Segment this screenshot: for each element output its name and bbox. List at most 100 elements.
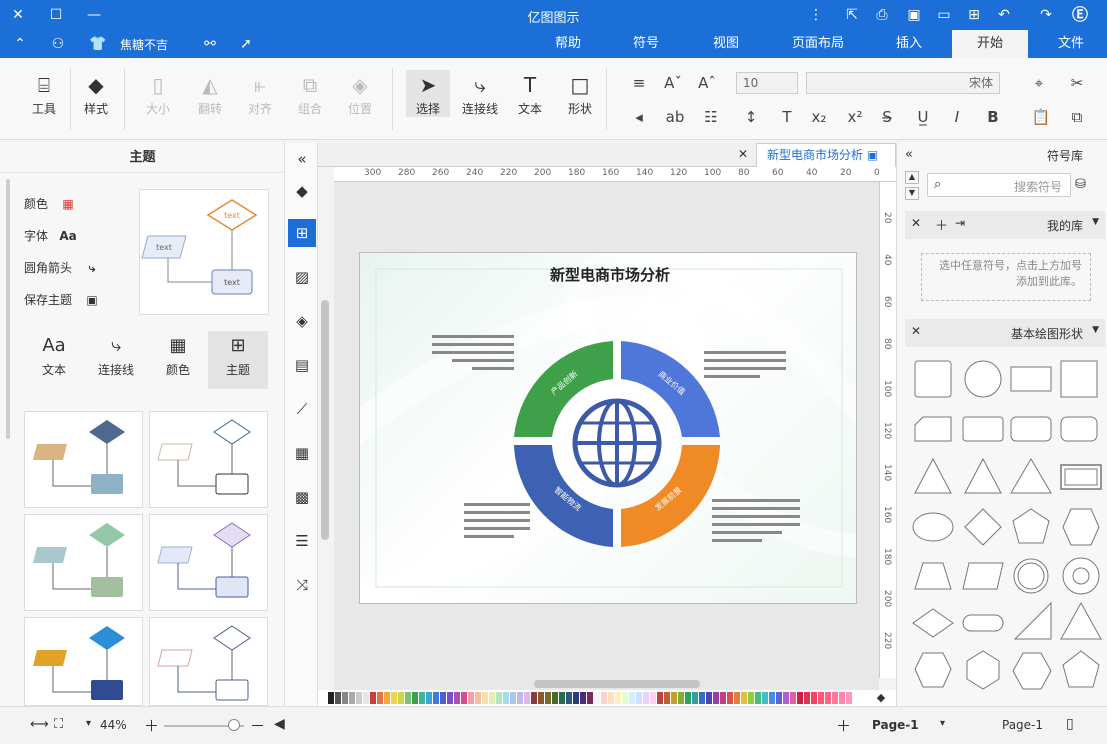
text-button[interactable]: T 文本 bbox=[508, 70, 552, 117]
collapse-ribbon-icon[interactable]: ⌃ bbox=[10, 34, 30, 54]
color-swatch[interactable] bbox=[657, 692, 663, 704]
underline-icon[interactable]: U̲ bbox=[912, 106, 934, 128]
color-swatch[interactable] bbox=[692, 692, 698, 704]
shape-button[interactable]: □ 形状 bbox=[558, 70, 602, 117]
font-size-select[interactable]: 10 bbox=[736, 72, 798, 94]
theme-thumbnail[interactable] bbox=[24, 617, 143, 706]
color-swatch[interactable] bbox=[846, 692, 852, 704]
collapse-left-icon[interactable]: « bbox=[288, 145, 316, 173]
color-swatch[interactable] bbox=[538, 692, 544, 704]
scroll-up-icon[interactable]: ▲ bbox=[905, 171, 919, 184]
color-swatch[interactable] bbox=[524, 692, 530, 704]
theme-link-arrows[interactable]: 圆角箭头 ⤷ bbox=[24, 257, 102, 279]
zoom-in-icon[interactable]: ＋ bbox=[144, 715, 159, 736]
chevron-down-icon[interactable]: ▼ bbox=[1092, 325, 1099, 335]
tab-help[interactable]: 帮助 bbox=[548, 30, 588, 58]
chevron-down-icon[interactable]: ▼ bbox=[1092, 217, 1099, 227]
subscript-icon[interactable]: x₂ bbox=[808, 106, 830, 128]
color-swatch[interactable] bbox=[349, 692, 355, 704]
color-swatch[interactable] bbox=[454, 692, 460, 704]
tab-home[interactable]: 开始 bbox=[952, 30, 1028, 58]
page-panel-icon[interactable]: ▯ bbox=[1066, 716, 1074, 732]
zoom-out-icon[interactable]: － bbox=[250, 715, 265, 736]
style-button[interactable]: ◆ 样式 bbox=[74, 70, 118, 117]
scroll-down-icon[interactable]: ▼ bbox=[905, 187, 919, 200]
color-swatch[interactable] bbox=[664, 692, 670, 704]
color-swatch[interactable] bbox=[335, 692, 341, 704]
color-swatch[interactable] bbox=[622, 692, 628, 704]
color-swatch[interactable] bbox=[440, 692, 446, 704]
table-icon[interactable]: ▦ bbox=[288, 439, 316, 467]
color-swatch[interactable] bbox=[748, 692, 754, 704]
color-swatch[interactable] bbox=[629, 692, 635, 704]
color-swatch[interactable] bbox=[461, 692, 467, 704]
theme-tool-connector[interactable]: ⤷ 连接线 bbox=[86, 331, 146, 389]
save-icon[interactable]: ▣ bbox=[904, 5, 924, 25]
color-swatch[interactable] bbox=[405, 692, 411, 704]
color-swatch[interactable] bbox=[727, 692, 733, 704]
vertical-scrollbar[interactable] bbox=[321, 300, 329, 540]
color-swatch[interactable] bbox=[531, 692, 537, 704]
theme-thumbnail[interactable] bbox=[24, 514, 143, 611]
color-swatch[interactable] bbox=[650, 692, 656, 704]
color-swatch[interactable] bbox=[587, 692, 593, 704]
theme-link-colors[interactable]: 颜色 ▦ bbox=[24, 193, 78, 215]
color-swatch[interactable] bbox=[643, 692, 649, 704]
color-swatch[interactable] bbox=[468, 692, 474, 704]
color-swatch[interactable] bbox=[363, 692, 369, 704]
theme-tool-color[interactable]: ▦ 颜色 bbox=[148, 331, 208, 389]
color-swatch[interactable] bbox=[776, 692, 782, 704]
color-swatch[interactable] bbox=[398, 692, 404, 704]
redo-icon[interactable]: ↷ bbox=[1036, 5, 1056, 25]
color-swatch[interactable] bbox=[699, 692, 705, 704]
user-name[interactable]: 焦糖不吉 bbox=[120, 36, 168, 53]
color-swatch[interactable] bbox=[377, 692, 383, 704]
group-button[interactable]: ⧉ 组合 bbox=[288, 70, 332, 117]
open-icon[interactable]: ▭ bbox=[934, 5, 954, 25]
new-icon[interactable]: ⊞ bbox=[964, 5, 984, 25]
color-swatch[interactable] bbox=[594, 692, 600, 704]
basic-shapes-header[interactable]: ✕ 基本绘图形状 ▼ bbox=[905, 319, 1105, 347]
align-button[interactable]: ⫦ 对齐 bbox=[238, 70, 282, 117]
size-button[interactable]: ▯ 大小 bbox=[136, 70, 180, 117]
color-swatch[interactable] bbox=[825, 692, 831, 704]
color-swatch[interactable] bbox=[636, 692, 642, 704]
color-swatch[interactable] bbox=[342, 692, 348, 704]
color-swatch[interactable] bbox=[790, 692, 796, 704]
color-swatch[interactable] bbox=[678, 692, 684, 704]
color-swatch[interactable] bbox=[412, 692, 418, 704]
color-swatch[interactable] bbox=[552, 692, 558, 704]
tab-file[interactable]: 文件 bbox=[1046, 30, 1096, 58]
connector-button[interactable]: ⤷ 连接线 bbox=[458, 70, 502, 117]
font-increase-icon[interactable]: Aˆ bbox=[696, 72, 718, 94]
apps-icon[interactable]: ⚇ bbox=[48, 34, 68, 54]
basic-shapes-grid[interactable] bbox=[905, 353, 1105, 703]
color-swatch[interactable] bbox=[426, 692, 432, 704]
color-swatch[interactable] bbox=[769, 692, 775, 704]
collapse-right-icon[interactable]: « bbox=[905, 147, 913, 162]
color-swatch[interactable] bbox=[615, 692, 621, 704]
tab-insert[interactable]: 插入 bbox=[884, 30, 934, 58]
color-swatch[interactable] bbox=[503, 692, 509, 704]
clear-format-icon[interactable]: T bbox=[776, 106, 798, 128]
color-swatch[interactable] bbox=[482, 692, 488, 704]
color-swatch[interactable] bbox=[811, 692, 817, 704]
color-swatch[interactable] bbox=[559, 692, 565, 704]
color-swatch[interactable] bbox=[797, 692, 803, 704]
color-swatch[interactable] bbox=[601, 692, 607, 704]
color-swatch[interactable] bbox=[517, 692, 523, 704]
undo-icon[interactable]: ↶ bbox=[994, 5, 1014, 25]
list-icon[interactable]: ☷ bbox=[700, 106, 722, 128]
bold-icon[interactable]: B bbox=[982, 106, 1004, 128]
position-button[interactable]: ◈ 位置 bbox=[338, 70, 382, 117]
color-swatch[interactable] bbox=[783, 692, 789, 704]
color-swatch[interactable] bbox=[496, 692, 502, 704]
color-swatch[interactable] bbox=[720, 692, 726, 704]
zoom-level[interactable]: 44% bbox=[100, 718, 127, 732]
color-swatch[interactable] bbox=[419, 692, 425, 704]
fill-icon[interactable]: ◆ bbox=[288, 177, 316, 205]
copy-icon[interactable]: ⧉ bbox=[1066, 106, 1088, 128]
color-swatch[interactable] bbox=[370, 692, 376, 704]
fit-width-icon[interactable]: ⟷ bbox=[30, 717, 49, 732]
color-swatch[interactable] bbox=[755, 692, 761, 704]
